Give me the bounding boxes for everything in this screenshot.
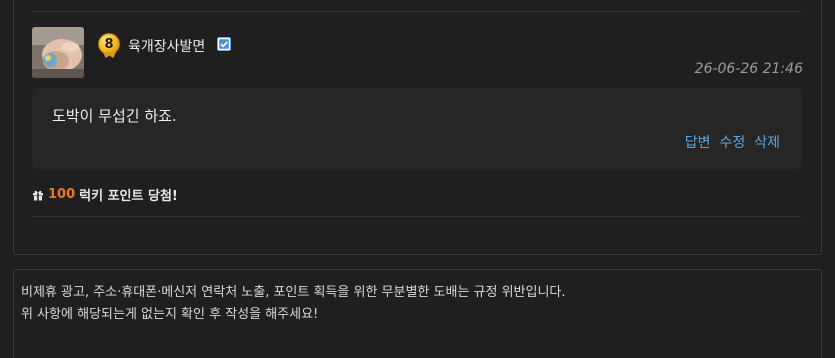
comment-input-notice[interactable]: 비제휴 광고, 주소·휴대폰·메신저 연락처 노출, 포인트 획득을 위한 무분… [13,269,822,358]
lucky-point-notice: 100 럭키 포인트 당첨! [32,185,178,204]
reply-link[interactable]: 답변 [685,132,711,152]
lucky-points-message: 럭키 포인트 당첨! [79,189,178,204]
delete-link[interactable]: 삭제 [754,132,780,152]
ribbon-icon [103,52,116,58]
comment-text: 도박이 무섭긴 하죠. [52,107,177,125]
verified-check-icon [217,37,231,51]
gift-icon [32,189,44,201]
comment-timestamp: 26-06-26 21:46 [694,61,803,77]
comment-body: 도박이 무섭긴 하죠. 답변 수정 삭제 [32,88,802,169]
comment-actions: 답변 수정 삭제 [685,132,780,152]
avatar[interactable] [32,27,84,78]
level-badge-icon: 8 [97,33,122,58]
divider [32,216,802,217]
lucky-points-value: 100 [48,187,76,202]
notice-line: 위 사항에 해당되는게 없는지 확인 후 작성을 해주세요! [21,307,319,322]
username[interactable]: 육개장사발면 [128,36,205,56]
level-number: 8 [98,33,120,55]
notice-line: 비제휴 광고, 주소·휴대폰·메신저 연락처 노출, 포인트 획득을 위한 무분… [21,285,566,300]
divider [32,11,802,12]
edit-link[interactable]: 수정 [719,132,745,152]
